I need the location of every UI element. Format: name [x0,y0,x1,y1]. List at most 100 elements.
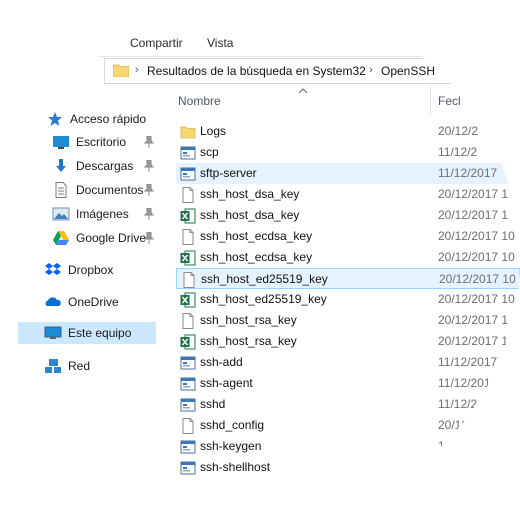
file-row[interactable]: sshd 11/12/201 [176,394,520,415]
file-name: ssh-agent [200,376,253,390]
nav-item-google-drive[interactable]: Google Drive [52,227,146,249]
excel-file-icon [180,292,196,308]
file-date: 11/12/2017 [438,166,498,180]
application-icon [180,377,196,391]
breadcrumb-search-results[interactable]: Resultados de la búsqueda en System32 [147,64,366,78]
star-icon [48,112,62,126]
file-date: 20/12/20 [438,418,485,432]
pictures-icon [52,207,70,221]
file-row[interactable]: ssh_host_ed25519_key 20/12/2017 10 [176,268,520,289]
file-date: 11/12/ [438,460,471,474]
nav-label: Dropbox [68,263,114,277]
breadcrumb-openssh[interactable]: OpenSSH [381,64,435,78]
nav-item-descargas[interactable]: Descargas [52,155,133,177]
pin-icon[interactable] [144,136,154,148]
application-icon [180,440,196,454]
nav-label: OneDrive [68,295,119,309]
breadcrumb-separator-icon: › [135,64,139,76]
file-name: ssh_host_dsa_key [200,187,300,201]
excel-file-icon [180,250,196,266]
folder-icon [180,126,196,139]
file-name: ssh_host_dsa_key [200,208,300,222]
pin-icon[interactable] [144,232,154,244]
file-row[interactable]: ssh_host_ecdsa_key 20/12/2017 10 [176,247,520,268]
tab-compartir[interactable]: Compartir [130,36,183,50]
nav-this-pc[interactable]: Este equipo [18,322,156,344]
navigation-pane: Acceso rápido Escritorio Descargas Docum… [0,100,160,520]
file-name: ssh_host_rsa_key [200,313,297,327]
file-row[interactable]: sshd_config 20/12/20 [176,415,520,436]
file-icon [182,187,194,203]
file-name: scp [200,145,219,159]
pin-icon[interactable] [144,160,154,172]
file-row[interactable]: Logs 20/12/2 [176,121,520,142]
excel-file-icon [180,334,196,350]
pin-icon[interactable] [144,208,154,220]
nav-network[interactable]: Red [44,355,90,377]
application-icon [180,167,196,181]
application-icon [180,356,196,370]
file-row[interactable]: sftp-server 11/12/2017 [176,163,520,184]
file-row[interactable]: ssh_host_rsa_key 20/12/2017 1 [176,310,520,331]
file-date: 20/12/2017 10 [438,250,515,264]
nav-item-documentos[interactable]: Documentos [52,179,143,201]
file-row[interactable]: ssh-shellhost 11/12/ [176,457,520,478]
file-date: 20/12/2 [438,124,479,138]
file-date: 20/12/2017 1 [438,313,509,327]
nav-quick-access[interactable]: Acceso rápido [46,108,146,130]
file-row[interactable]: ssh_host_dsa_key 20/12/2017 1 [176,205,520,226]
file-date: 20/12/2017 10 [438,229,515,243]
file-name: ssh-add [200,355,243,369]
sort-ascending-icon [298,88,308,94]
nav-label: Red [68,359,91,373]
file-name: ssh-keygen [200,439,262,453]
file-date: 11/12/2 [438,145,478,159]
file-date: 20/12/2017 1 [438,334,509,348]
network-icon [45,359,61,373]
file-date: 20/12/2017 10 [439,272,516,286]
application-icon [180,398,196,412]
file-row[interactable]: ssh_host_rsa_key 20/12/2017 1 [176,331,520,352]
nav-item-escritorio[interactable]: Escritorio [52,131,126,153]
file-date: 20/12/2017 1 [438,187,509,201]
google-drive-icon [53,231,69,245]
file-name: ssh_host_rsa_key [200,334,297,348]
file-row[interactable]: ssh_host_ecdsa_key 20/12/2017 10 [176,226,520,247]
file-name: ssh-shellhost [200,460,271,474]
breadcrumb-separator-icon: › [369,64,373,76]
nav-label: Acceso rápido [70,112,147,126]
file-row[interactable]: ssh_host_dsa_key 20/12/2017 1 [176,184,520,205]
nav-onedrive[interactable]: OneDrive [44,291,119,313]
desktop-icon [53,136,69,149]
column-divider[interactable] [430,86,431,116]
file-row[interactable]: ssh-keygen 11/12/2 [176,436,520,457]
file-row[interactable]: ssh-agent 11/12/2017 [176,373,520,394]
pin-icon[interactable] [144,184,154,196]
file-name: sshd_config [200,418,265,432]
file-name: Logs [200,124,227,138]
file-row[interactable]: scp 11/12/2 [176,142,520,163]
nav-label: Este equipo [68,326,132,340]
file-date: 11/12/201 [438,397,491,411]
file-row[interactable]: ssh_host_ed25519_key 20/12/2017 10 [176,289,520,310]
ribbon: Compartir Vista [0,0,520,57]
column-header-date[interactable]: Fecl [438,94,461,108]
file-icon [182,418,194,434]
file-icon [182,313,194,329]
application-icon [180,461,196,475]
file-name: sftp-server [200,166,257,180]
file-row[interactable]: ssh-add 11/12/2017 [176,352,520,373]
file-date: 20/12/2017 1 [438,208,509,222]
file-date: 11/12/2 [438,439,478,453]
nav-item-imagenes[interactable]: Imágenes [52,203,129,225]
nav-dropbox[interactable]: Dropbox [44,259,113,281]
nav-label: Imágenes [76,207,129,221]
file-list: Nombre Fecl Logs 20/12/2 scp 11/12/2 sftp-se… [168,86,520,520]
address-bar[interactable]: › Resultados de la búsqueda en System32 … [104,58,520,84]
explorer-window: Compartir Vista › Resultados de la búsqu… [0,0,520,520]
column-header-name[interactable]: Nombre [178,94,221,108]
nav-label: Google Drive [76,231,147,245]
nav-label: Documentos [76,183,144,197]
file-date: 11/12/2017 [438,376,498,390]
tab-vista[interactable]: Vista [207,36,233,50]
